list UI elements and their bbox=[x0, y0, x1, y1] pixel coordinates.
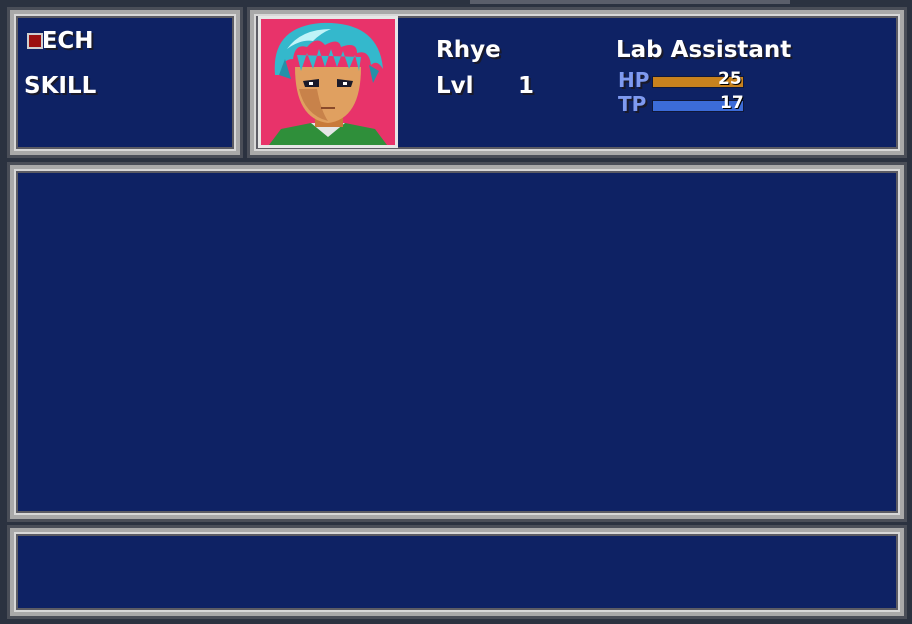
menu-cursor-icon bbox=[27, 33, 43, 49]
tp-label: TP bbox=[618, 92, 647, 116]
hp-value: 25 bbox=[718, 69, 742, 89]
description-window bbox=[7, 525, 907, 619]
level-label: Lvl bbox=[436, 73, 474, 99]
menu-item-skill[interactable]: SKILL bbox=[24, 73, 96, 99]
top-strip bbox=[470, 0, 790, 4]
portrait-face-icon bbox=[261, 19, 395, 145]
tp-value: 17 bbox=[720, 93, 744, 113]
character-portrait bbox=[258, 16, 398, 148]
skill-list-window bbox=[7, 162, 907, 522]
character-name: Rhye bbox=[436, 37, 501, 63]
hp-label: HP bbox=[618, 68, 650, 92]
character-class: Lab Assistant bbox=[616, 37, 792, 63]
level-value: 1 bbox=[518, 73, 535, 99]
